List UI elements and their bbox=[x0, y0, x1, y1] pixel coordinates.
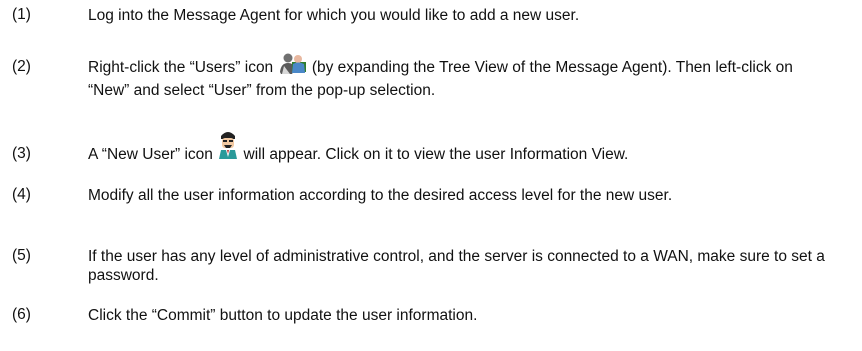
step-text-before: A “New User” icon bbox=[88, 146, 213, 163]
step-number: (3) bbox=[12, 145, 31, 162]
step-number: (1) bbox=[12, 6, 31, 23]
step-text: A “New User” icon will appear. Click on … bbox=[88, 132, 833, 168]
step-text: Modify all the user information accordin… bbox=[88, 187, 673, 204]
new-user-icon bbox=[217, 132, 239, 168]
step-text-before: Right-click the “Users” icon bbox=[88, 59, 274, 76]
step-number: (6) bbox=[12, 306, 31, 323]
step-number: (5) bbox=[12, 247, 31, 264]
step-text: Log into the Message Agent for which you… bbox=[88, 7, 580, 24]
step-number: (2) bbox=[12, 58, 31, 75]
step-text: Click the “Commit” button to update the … bbox=[88, 307, 478, 324]
step-number: (4) bbox=[12, 186, 31, 203]
step-text: Right-click the “Users” icon (by expandi… bbox=[88, 53, 833, 100]
step-text: If the user has any level of administrat… bbox=[88, 248, 825, 284]
step-text-after: will appear. Click on it to view the use… bbox=[243, 146, 629, 163]
users-icon bbox=[278, 53, 308, 81]
